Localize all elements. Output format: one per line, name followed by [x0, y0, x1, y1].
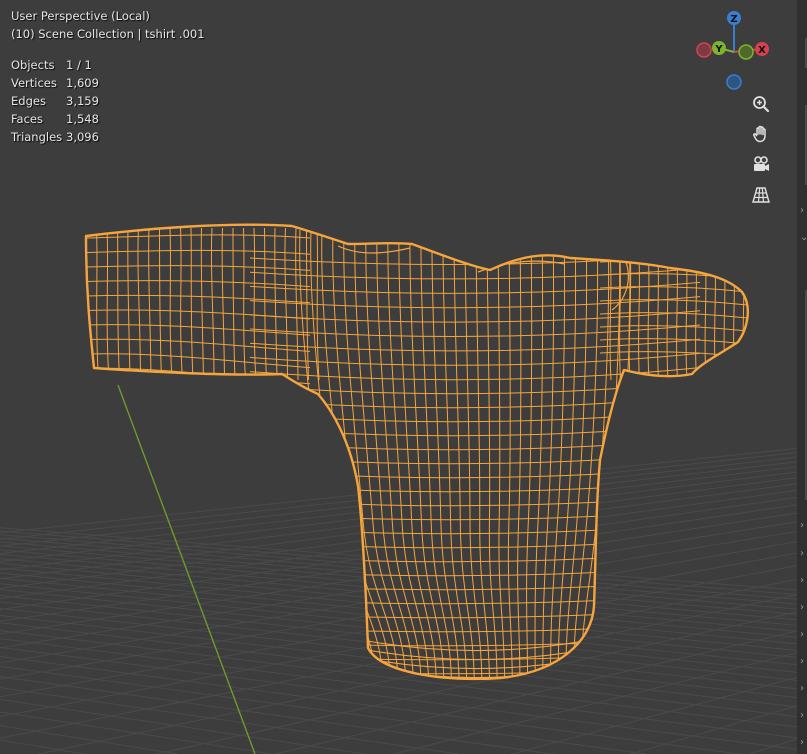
- stat-label: Objects: [11, 58, 55, 72]
- pan-button[interactable]: [748, 121, 774, 147]
- stat-row-edges: Edges 3,159: [11, 92, 121, 110]
- tshirt-mesh: [84, 223, 749, 688]
- chevron-right-icon[interactable]: ›: [800, 737, 804, 748]
- scene-canvas: [0, 223, 807, 754]
- view-name-label: User Perspective (Local): [11, 9, 150, 23]
- gizmo-y-label: Y: [714, 44, 723, 55]
- grid-icon: [752, 187, 770, 203]
- chevron-right-icon[interactable]: ›: [800, 520, 804, 531]
- collection-info-label: (10) Scene Collection | tshirt .001: [11, 27, 205, 41]
- camera-icon: [754, 156, 769, 171]
- stat-label: Faces: [11, 112, 43, 126]
- stat-value: 3,159: [66, 94, 99, 108]
- chevron-down-icon[interactable]: ⌄: [800, 232, 807, 243]
- zoom-icon: [753, 96, 770, 113]
- chevron-right-icon[interactable]: ›: [800, 205, 804, 216]
- 3d-viewport[interactable]: User Perspective (Local) (10) Scene Coll…: [0, 0, 807, 754]
- chevron-right-icon[interactable]: ›: [800, 602, 804, 613]
- stat-label: Vertices: [11, 76, 57, 90]
- chevron-right-icon[interactable]: ›: [800, 629, 804, 640]
- chevron-right-icon[interactable]: ›: [800, 710, 804, 721]
- zoom-button[interactable]: [748, 91, 774, 117]
- camera-view-button[interactable]: [748, 152, 774, 178]
- y-axis-line: [117, 384, 256, 754]
- stat-row-triangles: Triangles 3,096: [11, 128, 121, 146]
- wire-edge: [733, 249, 735, 381]
- stat-value: 1,548: [66, 112, 99, 126]
- gizmo-neg-z-handle[interactable]: [726, 74, 742, 90]
- stat-label: Edges: [11, 94, 46, 108]
- gizmo-z-label: Z: [730, 14, 737, 25]
- hand-pan-icon: [753, 125, 766, 143]
- stat-value: 1,609: [66, 76, 99, 90]
- wire-edge: [723, 249, 726, 381]
- chevron-right-icon[interactable]: ›: [800, 575, 804, 586]
- perspective-toggle-button[interactable]: [748, 182, 774, 208]
- stat-value: 1 / 1: [66, 58, 92, 72]
- wire-edge: [250, 680, 700, 688]
- stat-row-vertices: Vertices 1,609: [11, 74, 121, 92]
- chevron-right-icon[interactable]: ›: [800, 548, 804, 559]
- chevron-right-icon[interactable]: ›: [800, 683, 804, 694]
- navigation-gizmo[interactable]: Z Y X: [690, 8, 780, 98]
- scene-statistics: Objects 1 / 1 Vertices 1,609 Edges 3,159…: [11, 56, 121, 146]
- gizmo-neg-y-handle[interactable]: [738, 44, 754, 60]
- gizmo-neg-x-handle[interactable]: [696, 42, 712, 58]
- chevron-right-icon[interactable]: ›: [800, 656, 804, 667]
- stat-value: 3,096: [66, 130, 99, 144]
- stat-row-objects: Objects 1 / 1: [11, 56, 121, 74]
- stat-label: Triangles: [11, 130, 63, 144]
- wire-edge: [742, 249, 745, 381]
- gizmo-x-label: X: [758, 45, 766, 56]
- stat-row-faces: Faces 1,548: [11, 110, 121, 128]
